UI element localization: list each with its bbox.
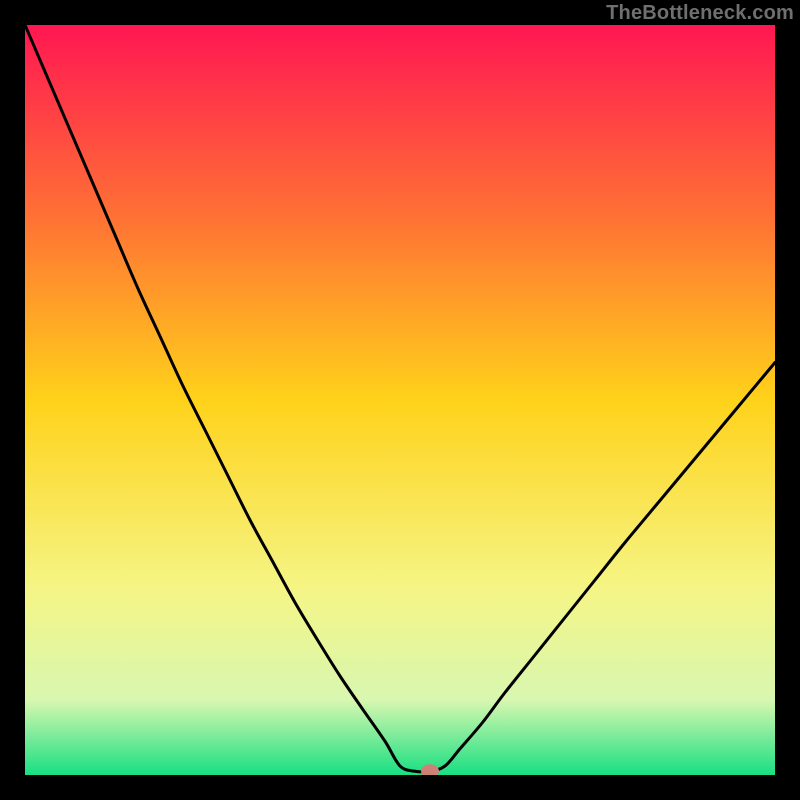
chart-frame: TheBottleneck.com — [0, 0, 800, 800]
watermark-label: TheBottleneck.com — [606, 2, 794, 25]
gradient-background — [25, 25, 775, 775]
bottleneck-curve-plot — [25, 25, 775, 775]
